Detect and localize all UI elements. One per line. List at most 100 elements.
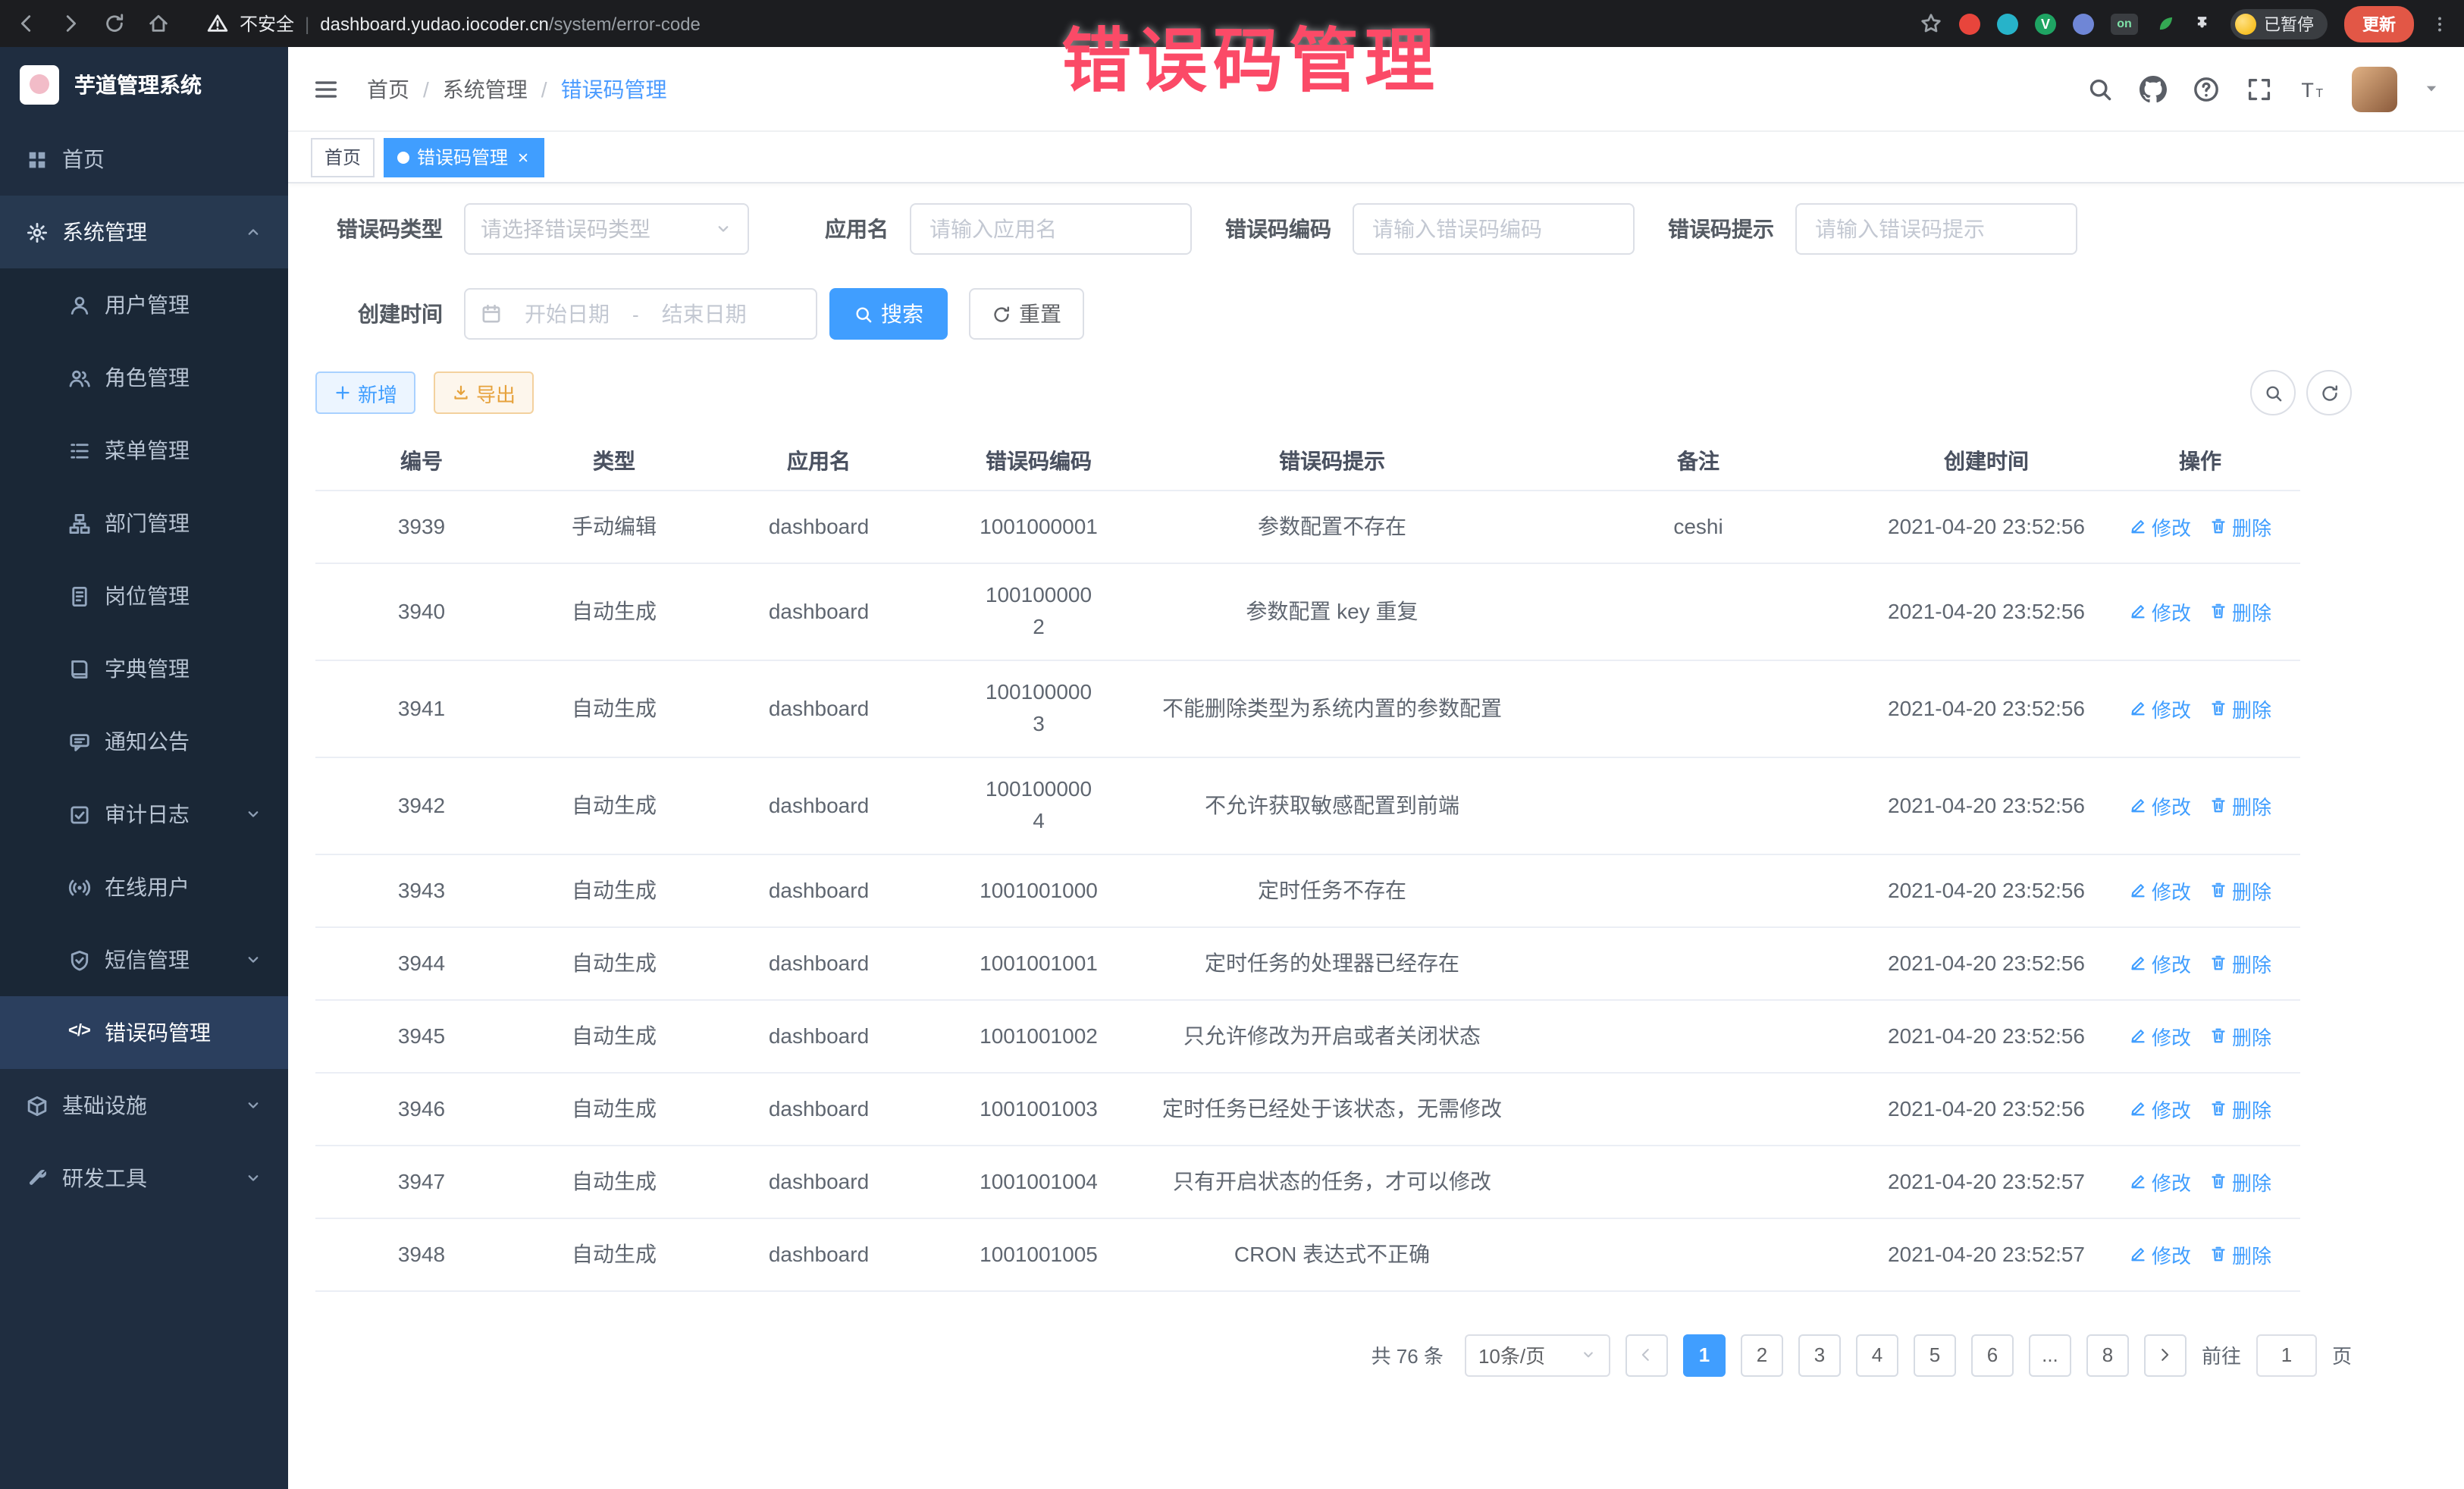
sidebar-item-5[interactable]: 部门管理 — [0, 487, 288, 560]
delete-link[interactable]: 删除 — [2209, 876, 2271, 904]
edit-link[interactable]: 修改 — [2129, 1021, 2191, 1050]
sidebar-item-0[interactable]: 首页 — [0, 123, 288, 196]
page-button-4[interactable]: 4 — [1856, 1334, 1898, 1376]
sidebar-item-6[interactable]: 岗位管理 — [0, 560, 288, 632]
edit-icon — [2129, 602, 2147, 620]
browser-back-icon[interactable] — [15, 12, 38, 35]
cell-id: 3943 — [315, 854, 528, 926]
sidebar-item-8[interactable]: 通知公告 — [0, 705, 288, 778]
next-page-button[interactable] — [2144, 1334, 2187, 1376]
date-range-picker[interactable]: - — [464, 288, 817, 340]
end-date-input[interactable] — [645, 302, 763, 326]
page-button-8[interactable]: 8 — [2086, 1334, 2129, 1376]
page-button-1[interactable]: 1 — [1683, 1334, 1726, 1376]
extension-red-icon[interactable] — [1959, 13, 1980, 34]
edit-link[interactable]: 修改 — [2129, 694, 2191, 723]
search-button[interactable]: 搜索 — [829, 288, 948, 340]
help-icon[interactable] — [2193, 75, 2220, 102]
edit-link[interactable]: 修改 — [2129, 876, 2191, 904]
profile-paused-badge[interactable]: 已暂停 — [2230, 8, 2328, 39]
edit-link[interactable]: 修改 — [2129, 1094, 2191, 1123]
browser-reload-icon[interactable] — [103, 12, 126, 35]
tag-1[interactable]: 错误码管理 — [384, 137, 544, 177]
prev-page-button[interactable] — [1625, 1334, 1668, 1376]
app-name-input[interactable] — [910, 203, 1192, 255]
edit-link[interactable]: 修改 — [2129, 1167, 2191, 1196]
delete-link[interactable]: 删除 — [2209, 1021, 2271, 1050]
main-area: 首页/系统管理/错误码管理 TT 首页错误码管理 错误码类型 请选择错误码类型 — [288, 47, 2464, 1489]
error-type-select[interactable]: 请选择错误码类型 — [464, 203, 749, 255]
cell-msg: 不允许获取敏感配置到前端 — [1140, 757, 1524, 854]
user-avatar[interactable] — [2352, 66, 2397, 111]
show-search-button[interactable] — [2250, 370, 2296, 415]
bookmark-star-icon[interactable] — [1920, 12, 1942, 35]
close-icon[interactable] — [516, 149, 531, 165]
goto-page-input[interactable] — [2256, 1334, 2317, 1376]
page-button-6[interactable]: 6 — [1971, 1334, 2014, 1376]
tag-0[interactable]: 首页 — [311, 137, 375, 177]
delete-link[interactable]: 删除 — [2209, 1167, 2271, 1196]
extension-teal-icon[interactable] — [1997, 13, 2018, 34]
github-icon[interactable] — [2140, 75, 2167, 102]
breadcrumb-item-0[interactable]: 首页 — [367, 74, 409, 104]
browser-update-button[interactable]: 更新 — [2344, 5, 2414, 42]
page-size-select[interactable]: 10条/页 — [1465, 1334, 1610, 1376]
sidebar-item-12[interactable]: </>错误码管理 — [0, 996, 288, 1069]
table-row: 3942自动生成dashboard100100000 4不允许获取敏感配置到前端… — [315, 757, 2300, 854]
page-button-5[interactable]: 5 — [1914, 1334, 1956, 1376]
edit-link[interactable]: 修改 — [2129, 512, 2191, 541]
caret-down-icon[interactable] — [2423, 80, 2440, 97]
refresh-table-button[interactable] — [2306, 370, 2352, 415]
page-button-2[interactable]: 2 — [1741, 1334, 1783, 1376]
export-button[interactable]: 导出 — [434, 371, 534, 414]
pager-ellipsis[interactable]: ... — [2029, 1334, 2071, 1376]
search-icon[interactable] — [2086, 75, 2114, 102]
sidebar-item-2[interactable]: 用户管理 — [0, 268, 288, 341]
sidebar-item-4[interactable]: 菜单管理 — [0, 414, 288, 487]
address-bar[interactable]: 不安全 | dashboard.yudao.iocoder.cn/system/… — [206, 11, 701, 36]
edit-link[interactable]: 修改 — [2129, 1240, 2191, 1268]
cell-id: 3944 — [315, 926, 528, 999]
cell-app: dashboard — [701, 1145, 937, 1218]
start-date-input[interactable] — [508, 302, 626, 326]
sidebar-item-9[interactable]: 审计日志 — [0, 778, 288, 851]
sidebar-item-14[interactable]: 研发工具 — [0, 1142, 288, 1215]
edit-link[interactable]: 修改 — [2129, 597, 2191, 625]
browser-home-icon[interactable] — [147, 12, 170, 35]
sidebar-item-13[interactable]: 基础设施 — [0, 1069, 288, 1142]
extensions-puzzle-icon[interactable] — [2193, 13, 2214, 34]
browser-forward-icon[interactable] — [59, 12, 82, 35]
delete-link[interactable]: 删除 — [2209, 1240, 2271, 1268]
delete-link[interactable]: 删除 — [2209, 512, 2271, 541]
reset-button[interactable]: 重置 — [969, 288, 1084, 340]
sidebar-item-10[interactable]: 在线用户 — [0, 851, 288, 923]
fullscreen-icon[interactable] — [2246, 75, 2273, 102]
delete-link[interactable]: 删除 — [2209, 597, 2271, 625]
edit-link[interactable]: 修改 — [2129, 948, 2191, 977]
sidebar-item-3[interactable]: 角色管理 — [0, 341, 288, 414]
extension-blue-icon[interactable] — [2073, 13, 2094, 34]
edit-link[interactable]: 修改 — [2129, 791, 2191, 820]
sidebar-item-7[interactable]: 字典管理 — [0, 632, 288, 705]
page-button-3[interactable]: 3 — [1798, 1334, 1841, 1376]
column-header-5: 备注 — [1524, 434, 1873, 490]
delete-link[interactable]: 删除 — [2209, 1094, 2271, 1123]
breadcrumb-item-1[interactable]: 系统管理 — [443, 74, 528, 104]
svg-text:T: T — [2301, 78, 2314, 101]
extension-vue-devtools-icon[interactable]: V — [2035, 13, 2056, 34]
sidebar-toggle-icon[interactable] — [312, 75, 340, 102]
extension-on-badge[interactable]: on — [2111, 13, 2138, 34]
delete-link[interactable]: 删除 — [2209, 948, 2271, 977]
sidebar-item-1[interactable]: 系统管理 — [0, 196, 288, 268]
delete-link[interactable]: 删除 — [2209, 694, 2271, 723]
sidebar: 芋道管理系统 首页系统管理用户管理角色管理菜单管理部门管理岗位管理字典管理通知公… — [0, 47, 288, 1489]
chevron-down-icon — [244, 1096, 262, 1114]
error-msg-input[interactable] — [1795, 203, 2077, 255]
add-button[interactable]: 新增 — [315, 371, 415, 414]
font-size-icon[interactable]: TT — [2299, 75, 2326, 102]
browser-menu-icon[interactable] — [2431, 13, 2449, 34]
sidebar-item-11[interactable]: 短信管理 — [0, 923, 288, 996]
extension-leaf-icon[interactable] — [2155, 13, 2176, 34]
delete-link[interactable]: 删除 — [2209, 791, 2271, 820]
error-code-input[interactable] — [1353, 203, 1635, 255]
